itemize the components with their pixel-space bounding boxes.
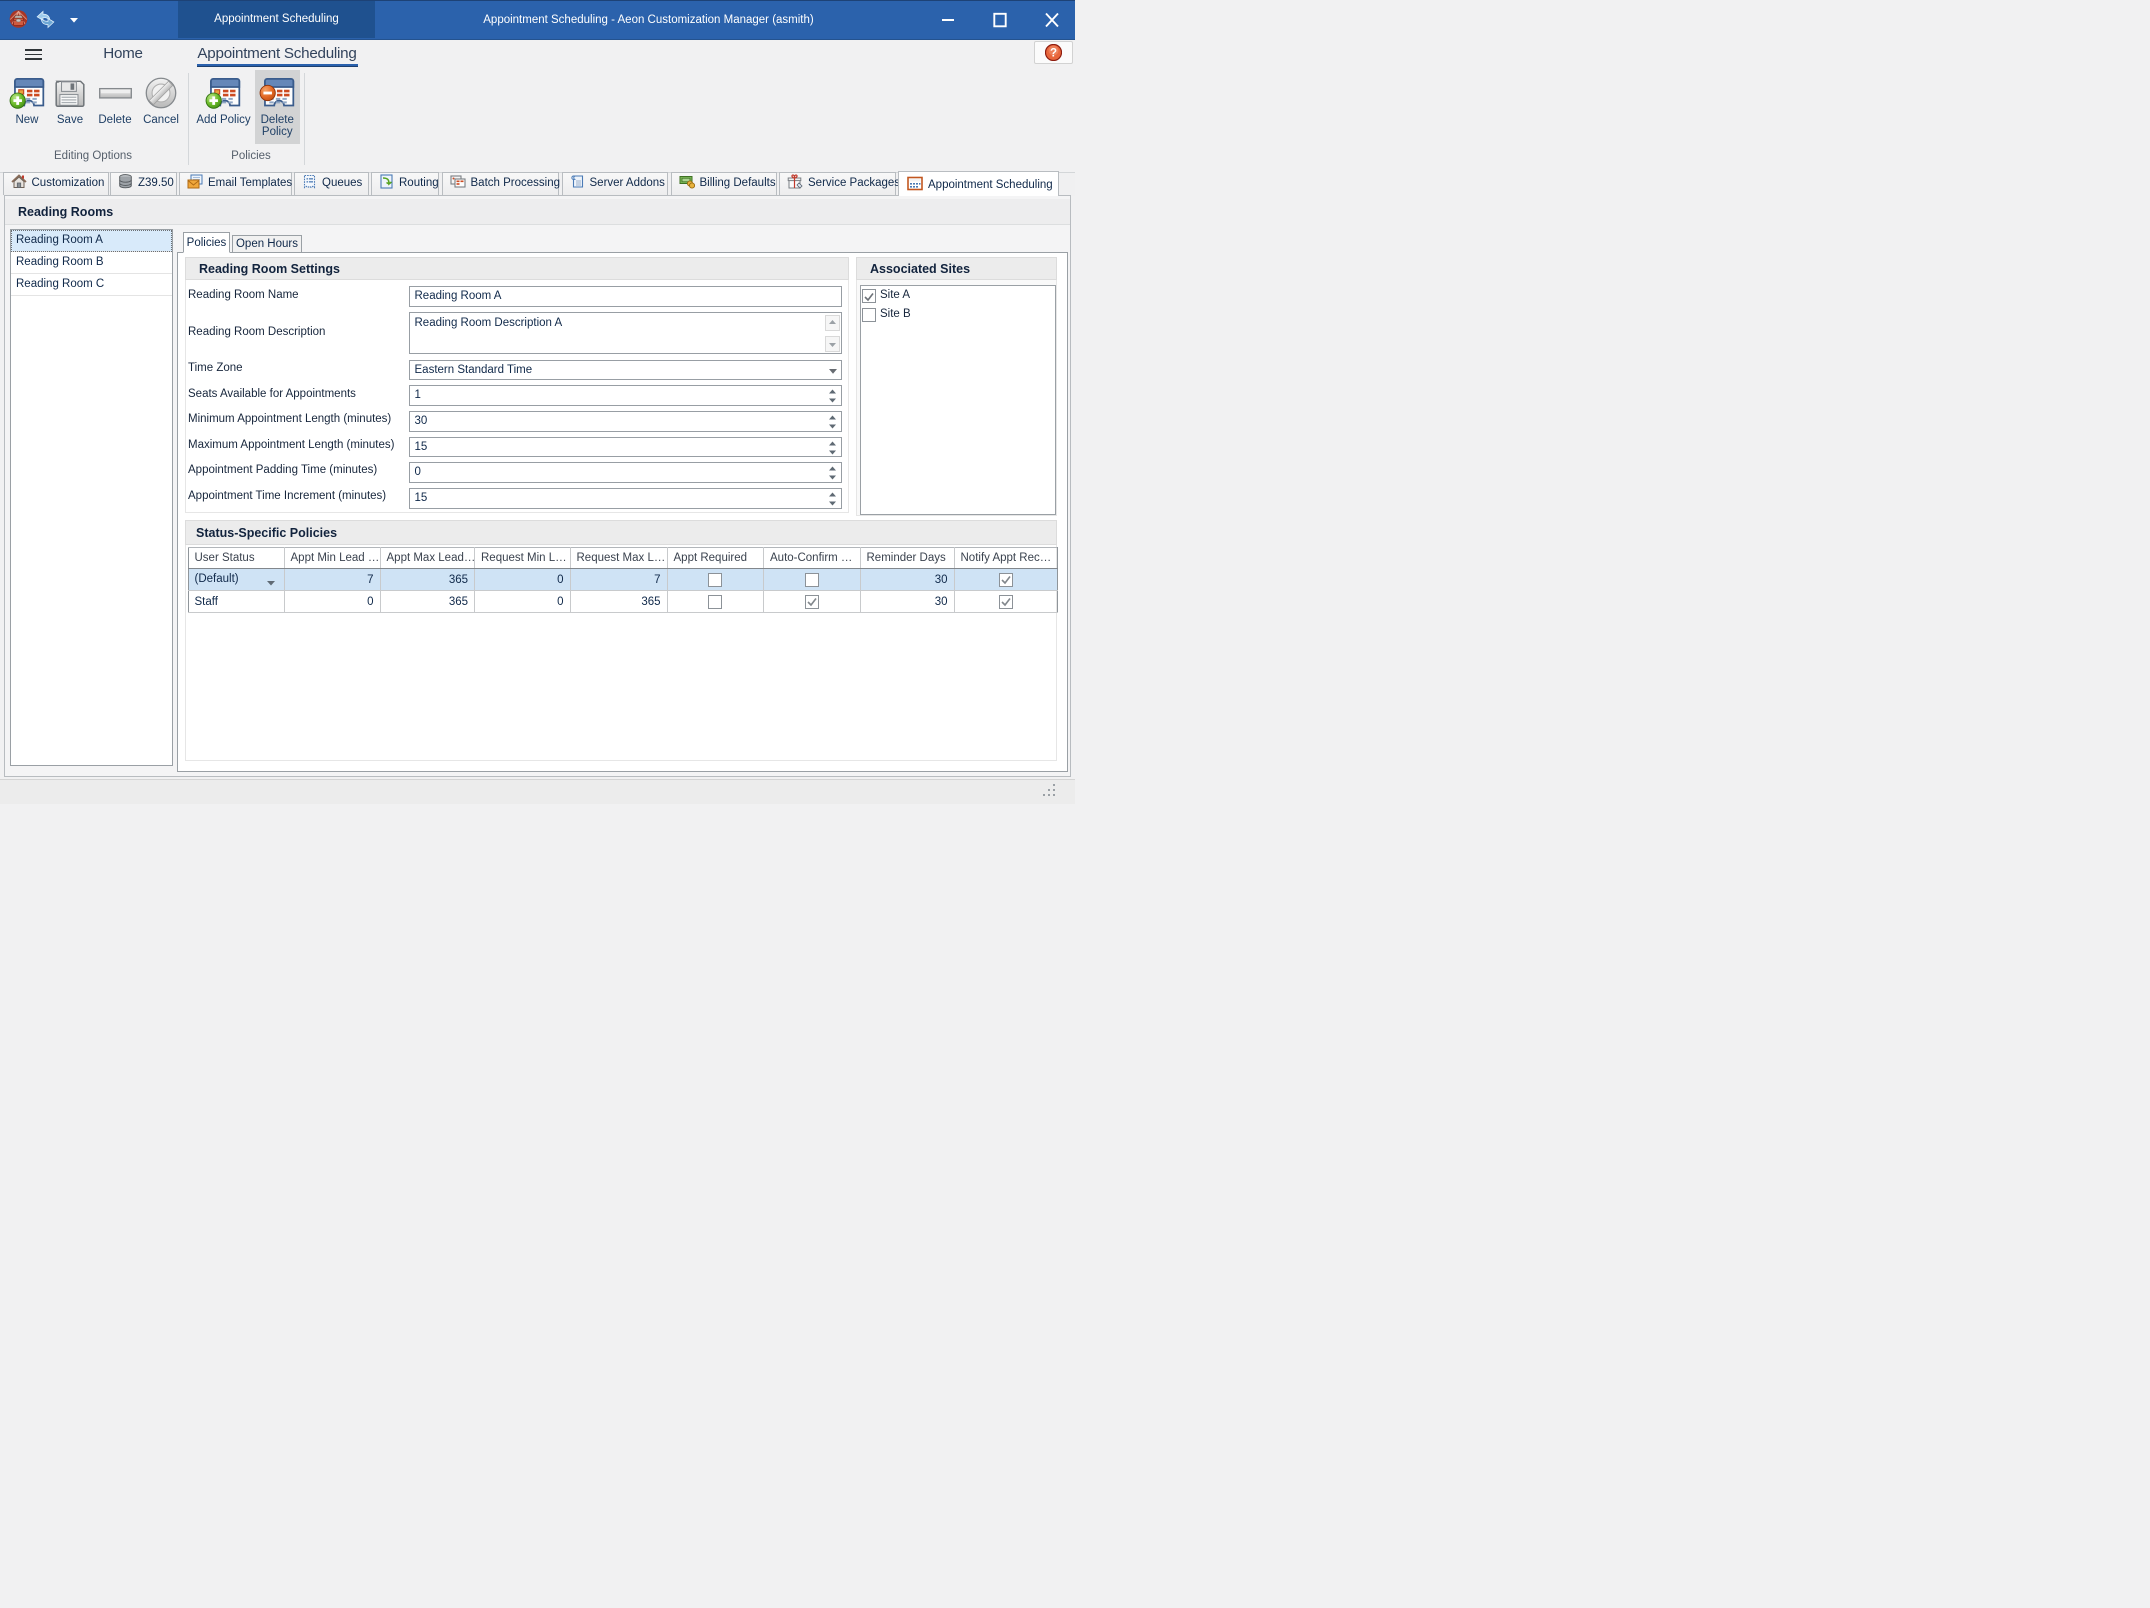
svg-text:?: ? [1050, 48, 1057, 60]
